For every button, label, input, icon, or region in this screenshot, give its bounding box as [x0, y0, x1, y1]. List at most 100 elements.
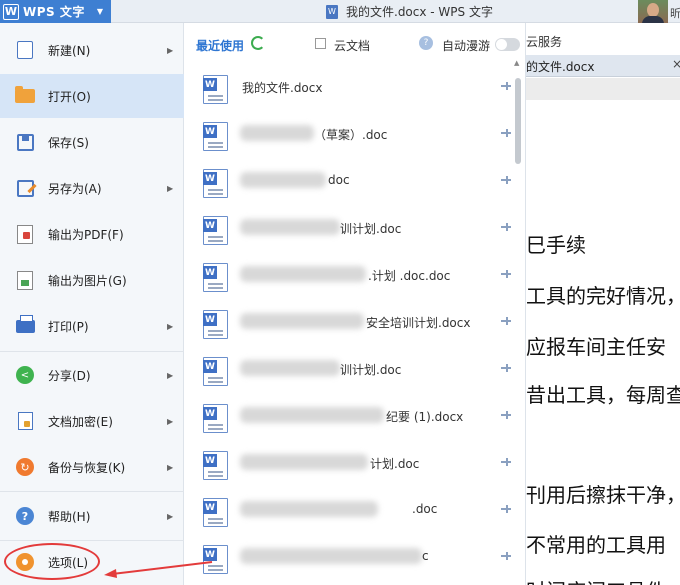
- document-text-line: 巳手续: [526, 233, 586, 257]
- word-doc-icon: [203, 75, 228, 104]
- auto-roam-toggle[interactable]: [495, 38, 520, 51]
- menu-item-label: 备份与恢复(K): [48, 460, 126, 475]
- close-icon[interactable]: ×: [672, 57, 680, 71]
- menu-divider: [0, 491, 184, 492]
- scrollbar[interactable]: ▲: [513, 59, 523, 585]
- ruler: [526, 78, 680, 100]
- export-image-icon: [15, 270, 35, 290]
- menu-item-label: 帮助(H): [48, 509, 91, 524]
- menu-item-label: 输出为PDF(F): [48, 227, 124, 242]
- menu-item-export-image[interactable]: 输出为图片(G): [0, 258, 184, 302]
- list-item[interactable]: 安全培训计划.docx: [185, 306, 515, 353]
- list-item[interactable]: .计划 .doc.doc: [185, 259, 515, 306]
- file-name: （草案）.doc: [314, 128, 388, 142]
- redacted-text: [240, 266, 366, 282]
- refresh-icon[interactable]: [251, 36, 265, 50]
- list-item[interactable]: 我的文件.docx: [185, 71, 515, 118]
- wps-app-menu-button[interactable]: W WPS 文字 ▼: [0, 0, 111, 23]
- word-doc-icon: [203, 310, 228, 339]
- file-menu: 新建(N) ▶ 打开(O) 保存(S) 另存为(A) ▶ 输出为PDF(F) 输…: [0, 23, 184, 585]
- chevron-right-icon: ▶: [167, 183, 174, 193]
- scroll-up-icon[interactable]: ▲: [514, 59, 519, 67]
- chevron-right-icon: ▶: [167, 416, 174, 426]
- pin-icon[interactable]: [501, 457, 511, 467]
- menu-divider: [0, 351, 184, 352]
- file-name: .doc: [412, 502, 438, 516]
- word-doc-icon: [203, 498, 228, 527]
- list-item[interactable]: （草案）.doc: [185, 118, 515, 165]
- pin-icon[interactable]: [501, 316, 511, 326]
- pin-icon[interactable]: [501, 222, 511, 232]
- help-icon[interactable]: ?: [419, 36, 433, 50]
- cloud-service-tab[interactable]: 云服务: [526, 33, 562, 50]
- save-icon: [15, 132, 35, 152]
- pin-icon[interactable]: [501, 269, 511, 279]
- export-pdf-icon: [15, 224, 35, 244]
- menu-item-open[interactable]: 打开(O): [0, 74, 184, 118]
- redacted-text: [240, 219, 340, 235]
- print-icon: [15, 314, 35, 336]
- window-title: W 我的文件.docx - WPS 文字: [326, 3, 493, 20]
- avatar-face: [647, 3, 659, 17]
- avatar[interactable]: [638, 0, 668, 23]
- word-doc-icon: [203, 122, 228, 151]
- menu-item-save[interactable]: 保存(S): [0, 120, 184, 164]
- menu-item-label: 打印(P): [48, 319, 89, 334]
- wps-logo-icon: W: [3, 3, 19, 20]
- recent-title: 最近使用: [196, 39, 245, 53]
- document-text-line: 昔出工具，每周查: [526, 383, 680, 407]
- document-text-line: 应报车间主任安: [526, 335, 666, 359]
- annotation-highlight-ring: [4, 543, 100, 580]
- menu-item-print[interactable]: 打印(P) ▶: [0, 304, 184, 348]
- pin-icon[interactable]: [501, 81, 511, 91]
- pin-icon[interactable]: [501, 175, 511, 185]
- file-name: 我的文件.docx: [242, 81, 323, 95]
- pin-icon[interactable]: [501, 551, 511, 561]
- list-item[interactable]: c: [185, 541, 515, 585]
- menu-item-encrypt[interactable]: 文档加密(E) ▶: [0, 399, 184, 443]
- list-item[interactable]: 训计划.doc: [185, 353, 515, 400]
- document-text-line: 时间序间工具件: [526, 575, 666, 585]
- menu-item-label: 分享(D): [48, 368, 91, 383]
- redacted-text: [240, 313, 364, 329]
- document-tab[interactable]: 的文件.docx ×: [526, 55, 680, 77]
- file-name: 训计划.doc: [340, 222, 402, 236]
- pin-icon[interactable]: [501, 410, 511, 420]
- cloud-doc-checkbox[interactable]: [315, 38, 326, 49]
- menu-item-backup[interactable]: ↻ 备份与恢复(K) ▶: [0, 445, 184, 489]
- wps-app-menu-label: WPS 文字: [23, 5, 85, 19]
- new-doc-icon: [15, 40, 35, 60]
- chevron-down-icon: ▼: [96, 7, 104, 16]
- list-item[interactable]: .doc: [185, 494, 515, 541]
- pin-icon[interactable]: [501, 363, 511, 373]
- pin-icon[interactable]: [501, 504, 511, 514]
- file-name: 训计划.doc: [340, 363, 402, 377]
- scroll-thumb[interactable]: [515, 78, 521, 164]
- recent-files-panel: 最近使用 云文档 ? 自动漫游 我的文件.docx （草案）.doc doc 训…: [185, 23, 526, 585]
- share-icon: <: [15, 365, 35, 385]
- pin-icon[interactable]: [501, 128, 511, 138]
- document-text-line: 刊用后擦抹干净，: [526, 483, 680, 507]
- list-item[interactable]: doc: [185, 165, 515, 212]
- title-bar: W WPS 文字 ▼ W 我的文件.docx - WPS 文字 昕: [0, 0, 680, 23]
- menu-item-share[interactable]: < 分享(D) ▶: [0, 353, 184, 397]
- menu-item-label: 新建(N): [48, 43, 91, 58]
- user-name[interactable]: 昕: [670, 5, 680, 21]
- redacted-text: [240, 454, 368, 470]
- chevron-right-icon: ▶: [167, 321, 174, 331]
- menu-item-export-pdf[interactable]: 输出为PDF(F): [0, 212, 184, 256]
- list-item[interactable]: 训计划.doc: [185, 212, 515, 259]
- save-as-icon: [15, 178, 35, 198]
- menu-item-help[interactable]: ? 帮助(H) ▶: [0, 494, 184, 538]
- menu-item-save-as[interactable]: 另存为(A) ▶: [0, 166, 184, 210]
- word-doc-icon: [203, 357, 228, 386]
- auto-roam-label: 自动漫游: [442, 39, 491, 53]
- document-area: 云服务 的文件.docx × 巳手续 工具的完好情况， 应报车间主任安 昔出工具…: [526, 23, 680, 585]
- menu-item-new[interactable]: 新建(N) ▶: [0, 28, 184, 72]
- list-item[interactable]: 纪要 (1).docx: [185, 400, 515, 447]
- list-item[interactable]: 计划.doc: [185, 447, 515, 494]
- cloud-doc-label: 云文档: [334, 39, 371, 53]
- word-doc-icon: [203, 169, 228, 198]
- file-name: c: [422, 549, 429, 563]
- word-doc-icon: [203, 404, 228, 433]
